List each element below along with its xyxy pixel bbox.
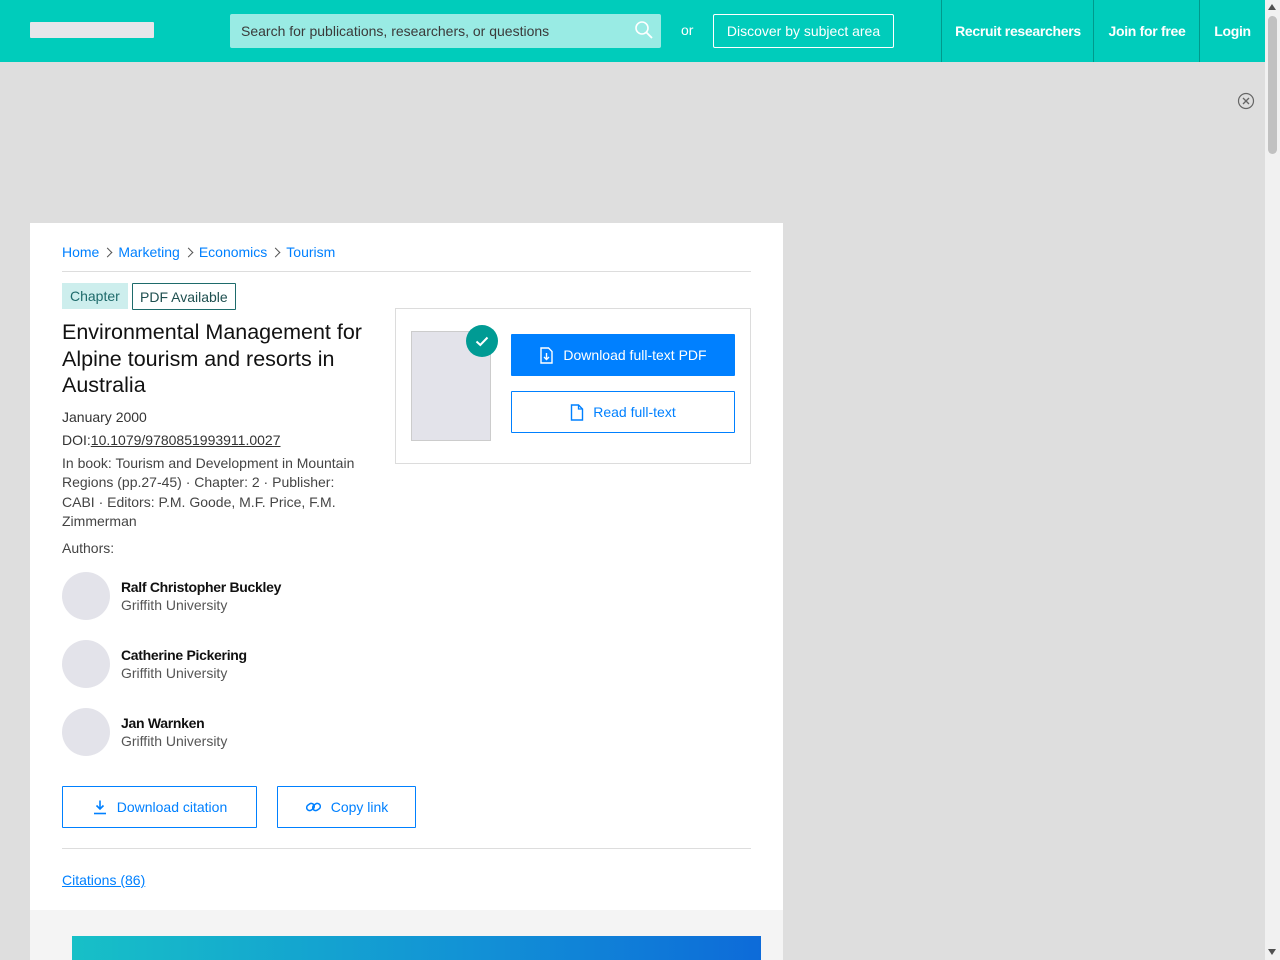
- join-for-free-link[interactable]: Join for free: [1093, 0, 1200, 62]
- page-scrollbar[interactable]: [1265, 0, 1280, 960]
- copy-link-button[interactable]: Copy link: [277, 786, 416, 828]
- pdf-available-badge: PDF Available: [132, 283, 236, 310]
- or-label: or: [681, 22, 694, 38]
- doi-label: DOI:: [62, 432, 91, 448]
- read-full-text-label: Read full-text: [593, 404, 676, 420]
- author-item[interactable]: Catherine Pickering Griffith University: [62, 640, 247, 688]
- publication-card: Home Marketing Economics Tourism Chapter…: [30, 223, 783, 960]
- divider: [62, 848, 751, 849]
- check-icon: [466, 325, 498, 357]
- author-item[interactable]: Ralf Christopher Buckley Griffith Univer…: [62, 572, 281, 620]
- link-icon: [305, 802, 321, 812]
- avatar[interactable]: [62, 572, 110, 620]
- pdf-download-icon: [540, 346, 554, 364]
- download-citation-button[interactable]: Download citation: [62, 786, 257, 828]
- page-title: Environmental Management for Alpine tour…: [62, 320, 362, 397]
- doi-link[interactable]: 10.1079/9780851993911.0027: [91, 432, 281, 448]
- breadcrumb-economics[interactable]: Economics: [199, 244, 267, 260]
- search-icon[interactable]: [634, 20, 654, 40]
- scrollbar-thumb[interactable]: [1268, 16, 1277, 154]
- divider: [62, 271, 751, 272]
- author-affiliation: Griffith University: [121, 665, 228, 681]
- document-icon: [571, 403, 584, 421]
- avatar[interactable]: [62, 640, 110, 688]
- breadcrumb-marketing[interactable]: Marketing: [118, 244, 179, 260]
- chevron-right-icon: [102, 247, 113, 257]
- scroll-down-arrow-icon[interactable]: [1268, 949, 1276, 955]
- read-full-text-button[interactable]: Read full-text: [511, 391, 735, 433]
- promo-banner[interactable]: [72, 936, 761, 960]
- avatar[interactable]: [62, 708, 110, 756]
- search-box: [230, 14, 661, 48]
- breadcrumb-home[interactable]: Home: [62, 244, 99, 260]
- author-affiliation: Griffith University: [121, 733, 228, 749]
- tab-citations[interactable]: Citations (86): [62, 872, 145, 888]
- search-input[interactable]: [230, 14, 661, 48]
- breadcrumb-tourism[interactable]: Tourism: [286, 244, 335, 260]
- author-item[interactable]: Jan Warnken Griffith University: [62, 708, 227, 756]
- recruit-researchers-link[interactable]: Recruit researchers: [941, 0, 1094, 62]
- breadcrumb: Home Marketing Economics Tourism: [62, 244, 335, 260]
- chevron-right-icon: [183, 247, 194, 257]
- author-affiliation: Griffith University: [121, 597, 228, 613]
- author-name[interactable]: Catherine Pickering: [121, 646, 247, 664]
- download-full-text-pdf-label: Download full-text PDF: [563, 347, 707, 363]
- download-full-text-pdf-button[interactable]: Download full-text PDF: [511, 334, 735, 376]
- chevron-right-icon: [270, 247, 281, 257]
- book-info: In book: Tourism and Development in Moun…: [62, 455, 355, 529]
- close-circle-icon[interactable]: [1237, 92, 1255, 110]
- scroll-up-arrow-icon[interactable]: [1268, 4, 1276, 10]
- login-link[interactable]: Login: [1199, 0, 1265, 62]
- author-name[interactable]: Jan Warnken: [121, 714, 227, 732]
- author-name[interactable]: Ralf Christopher Buckley: [121, 578, 281, 596]
- doi: DOI:10.1079/9780851993911.0027: [62, 432, 281, 448]
- full-text-preview-box: Download full-text PDF Read full-text: [395, 308, 751, 464]
- publication-type-badge: Chapter: [62, 283, 128, 309]
- download-citation-label: Download citation: [116, 799, 228, 815]
- authors-heading: Authors:: [62, 540, 115, 556]
- researchgate-logo[interactable]: [30, 22, 154, 38]
- publication-date: January 2000: [62, 409, 147, 425]
- top-navigation-bar: or Discover by subject area Recruit rese…: [0, 0, 1265, 62]
- copy-link-label: Copy link: [330, 799, 389, 815]
- discover-by-subject-button[interactable]: Discover by subject area: [713, 14, 894, 48]
- download-icon: [93, 800, 106, 815]
